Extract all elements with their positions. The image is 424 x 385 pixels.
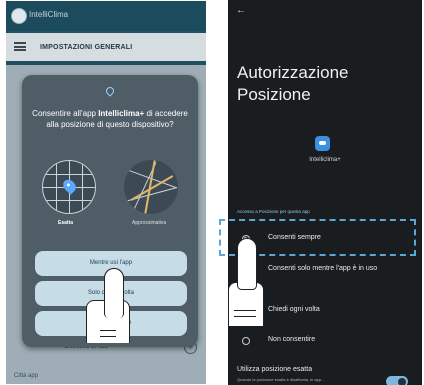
map-grid-line: [56, 161, 57, 213]
back-arrow-icon[interactable]: ←: [236, 5, 246, 16]
precise-label: Esatta: [58, 220, 74, 226]
settings-title: IMPOSTAZIONI GENERALI: [40, 44, 133, 51]
dialog-message-prefix: Consentire all'app: [32, 109, 99, 118]
precise-location-label: Utilizza posizione esatta: [237, 366, 313, 373]
option-dont-allow[interactable]: Non consentire: [234, 335, 418, 349]
section-header: Accesso a Posizione per questa app: [237, 209, 310, 214]
option-label: Non consentire: [268, 336, 316, 343]
precise-location-toggle[interactable]: [386, 376, 408, 385]
approximate-label: Approssimativa: [132, 220, 167, 226]
page-title: Autorizzazione Posizione: [237, 62, 349, 106]
option-label: Consenti solo mentre l'app è in uso: [268, 265, 378, 272]
map-pin-icon: [60, 177, 79, 195]
precise-location-subtext: Quando la posizione esatta è disattivata…: [237, 377, 325, 382]
menu-icon[interactable]: [14, 42, 26, 51]
precise-location-option[interactable]: [42, 160, 96, 214]
app-title: IntelliClima: [29, 10, 69, 19]
intelliclima-app-icon: [315, 136, 330, 151]
settings-header: IMPOSTAZIONI GENERALI: [6, 33, 206, 61]
page-title-line2: Posizione: [237, 85, 311, 104]
radio-icon[interactable]: [242, 337, 250, 345]
map-grid-line: [82, 161, 83, 213]
app-bar: IntelliClima: [6, 1, 206, 31]
option-label: Chiedi ogni volta: [268, 306, 320, 313]
dialog-message: Consentire all'app Intelliclima+ di acce…: [32, 108, 188, 130]
app-name: Intelliclima+: [309, 157, 341, 163]
dialog-app-name: Intelliclima+: [98, 109, 145, 118]
location-pin-icon: [104, 85, 116, 97]
right-phone-screen: ← Autorizzazione Posizione Intelliclima+…: [228, 0, 422, 385]
approximate-location-option[interactable]: [124, 160, 178, 214]
page-title-line1: Autorizzazione: [237, 63, 349, 82]
option-allow-while-using[interactable]: Consenti solo mentre l'app è in uso: [234, 264, 418, 278]
intelliclima-logo-icon: [11, 8, 27, 24]
